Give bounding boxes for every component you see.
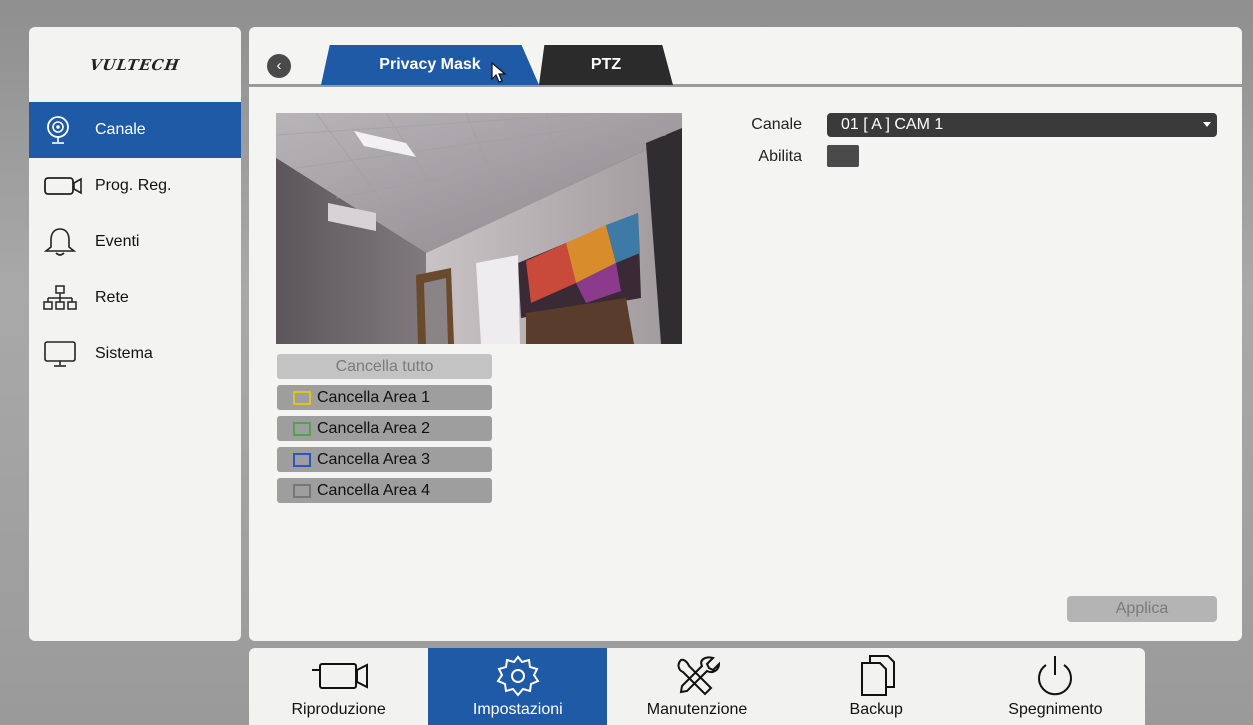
clear-all-button[interactable]: Cancella tutto (277, 354, 492, 379)
menu-label: Spegnimento (1008, 701, 1103, 718)
sidebar-item-label: Canale (95, 121, 146, 138)
camera-icon (43, 115, 85, 145)
channel-select[interactable]: 01 [ A ] CAM 1 (827, 113, 1217, 137)
logo-text: VULTECH (88, 55, 182, 74)
area-4-color-swatch (293, 483, 311, 498)
sidebar-item-eventi[interactable]: Eventi (29, 214, 241, 270)
menu-spegnimento[interactable]: Spegnimento (966, 648, 1145, 725)
main-panel: ‹ Privacy Mask PTZ Cancella tutto Cancel… (249, 27, 1242, 641)
brand-logo: VULTECH (29, 27, 241, 102)
clear-area-3-button[interactable]: Cancella Area 3 (277, 447, 492, 472)
sidebar: VULTECH Canale Prog. Reg. Eventi Rete Si… (29, 27, 241, 641)
bell-icon (43, 227, 85, 257)
power-icon (1032, 653, 1078, 699)
tools-icon (669, 653, 725, 699)
sidebar-item-label: Prog. Reg. (95, 177, 172, 194)
video-camera-icon (304, 653, 374, 699)
clear-area-1-button[interactable]: Cancella Area 1 (277, 385, 492, 410)
enable-label: Abilita (758, 148, 802, 165)
tab-label: PTZ (590, 56, 622, 73)
channel-label: Canale (751, 116, 802, 133)
menu-label: Riproduzione (291, 701, 386, 718)
chevron-left-icon[interactable]: ‹ (267, 54, 291, 78)
area-1-color-swatch (293, 390, 311, 405)
network-icon (43, 283, 85, 313)
sidebar-item-canale[interactable]: Canale (29, 102, 241, 158)
menu-backup[interactable]: Backup (787, 648, 966, 725)
monitor-icon (43, 339, 85, 369)
sidebar-item-sistema[interactable]: Sistema (29, 326, 241, 382)
bottom-menu: Riproduzione Impostazioni Manutenzione B… (249, 648, 1145, 725)
menu-label: Manutenzione (646, 701, 748, 718)
chevron-down-icon (1203, 122, 1211, 127)
clear-area-label: Cancella Area 1 (317, 388, 430, 406)
area-3-color-swatch (293, 452, 311, 467)
clear-area-label: Cancella Area 3 (317, 450, 430, 468)
dvr-screen: VULTECH Canale Prog. Reg. Eventi Rete Si… (0, 0, 1253, 725)
menu-impostazioni[interactable]: Impostazioni (428, 648, 608, 725)
camera-image (276, 113, 682, 344)
clear-all-label: Cancella tutto (335, 357, 434, 375)
clear-area-2-button[interactable]: Cancella Area 2 (277, 416, 492, 441)
sidebar-item-label: Sistema (95, 345, 153, 362)
tab-ptz[interactable]: PTZ (539, 45, 673, 85)
clear-area-label: Cancella Area 4 (317, 481, 430, 499)
menu-label: Impostazioni (472, 701, 563, 718)
tab-label: Privacy Mask (379, 56, 481, 73)
gear-icon (492, 653, 544, 699)
menu-label: Backup (849, 701, 903, 718)
apply-button[interactable]: Applica (1067, 596, 1217, 622)
tab-bar: ‹ Privacy Mask PTZ (249, 27, 1242, 87)
area-2-color-swatch (293, 421, 311, 436)
apply-label: Applica (1115, 600, 1169, 617)
sidebar-item-prog-reg[interactable]: Prog. Reg. (29, 158, 241, 214)
enable-checkbox[interactable] (827, 145, 859, 167)
menu-riproduzione[interactable]: Riproduzione (249, 648, 428, 725)
camera-preview[interactable] (276, 113, 682, 344)
clear-area-label: Cancella Area 2 (317, 419, 430, 437)
copy-icon (854, 653, 898, 699)
recording-icon (43, 171, 85, 201)
sidebar-item-rete[interactable]: Rete (29, 270, 241, 326)
sidebar-item-label: Eventi (95, 233, 140, 250)
menu-manutenzione[interactable]: Manutenzione (607, 648, 786, 725)
sidebar-item-label: Rete (95, 289, 129, 306)
channel-select-value: 01 [ A ] CAM 1 (841, 116, 944, 133)
clear-area-4-button[interactable]: Cancella Area 4 (277, 478, 492, 503)
